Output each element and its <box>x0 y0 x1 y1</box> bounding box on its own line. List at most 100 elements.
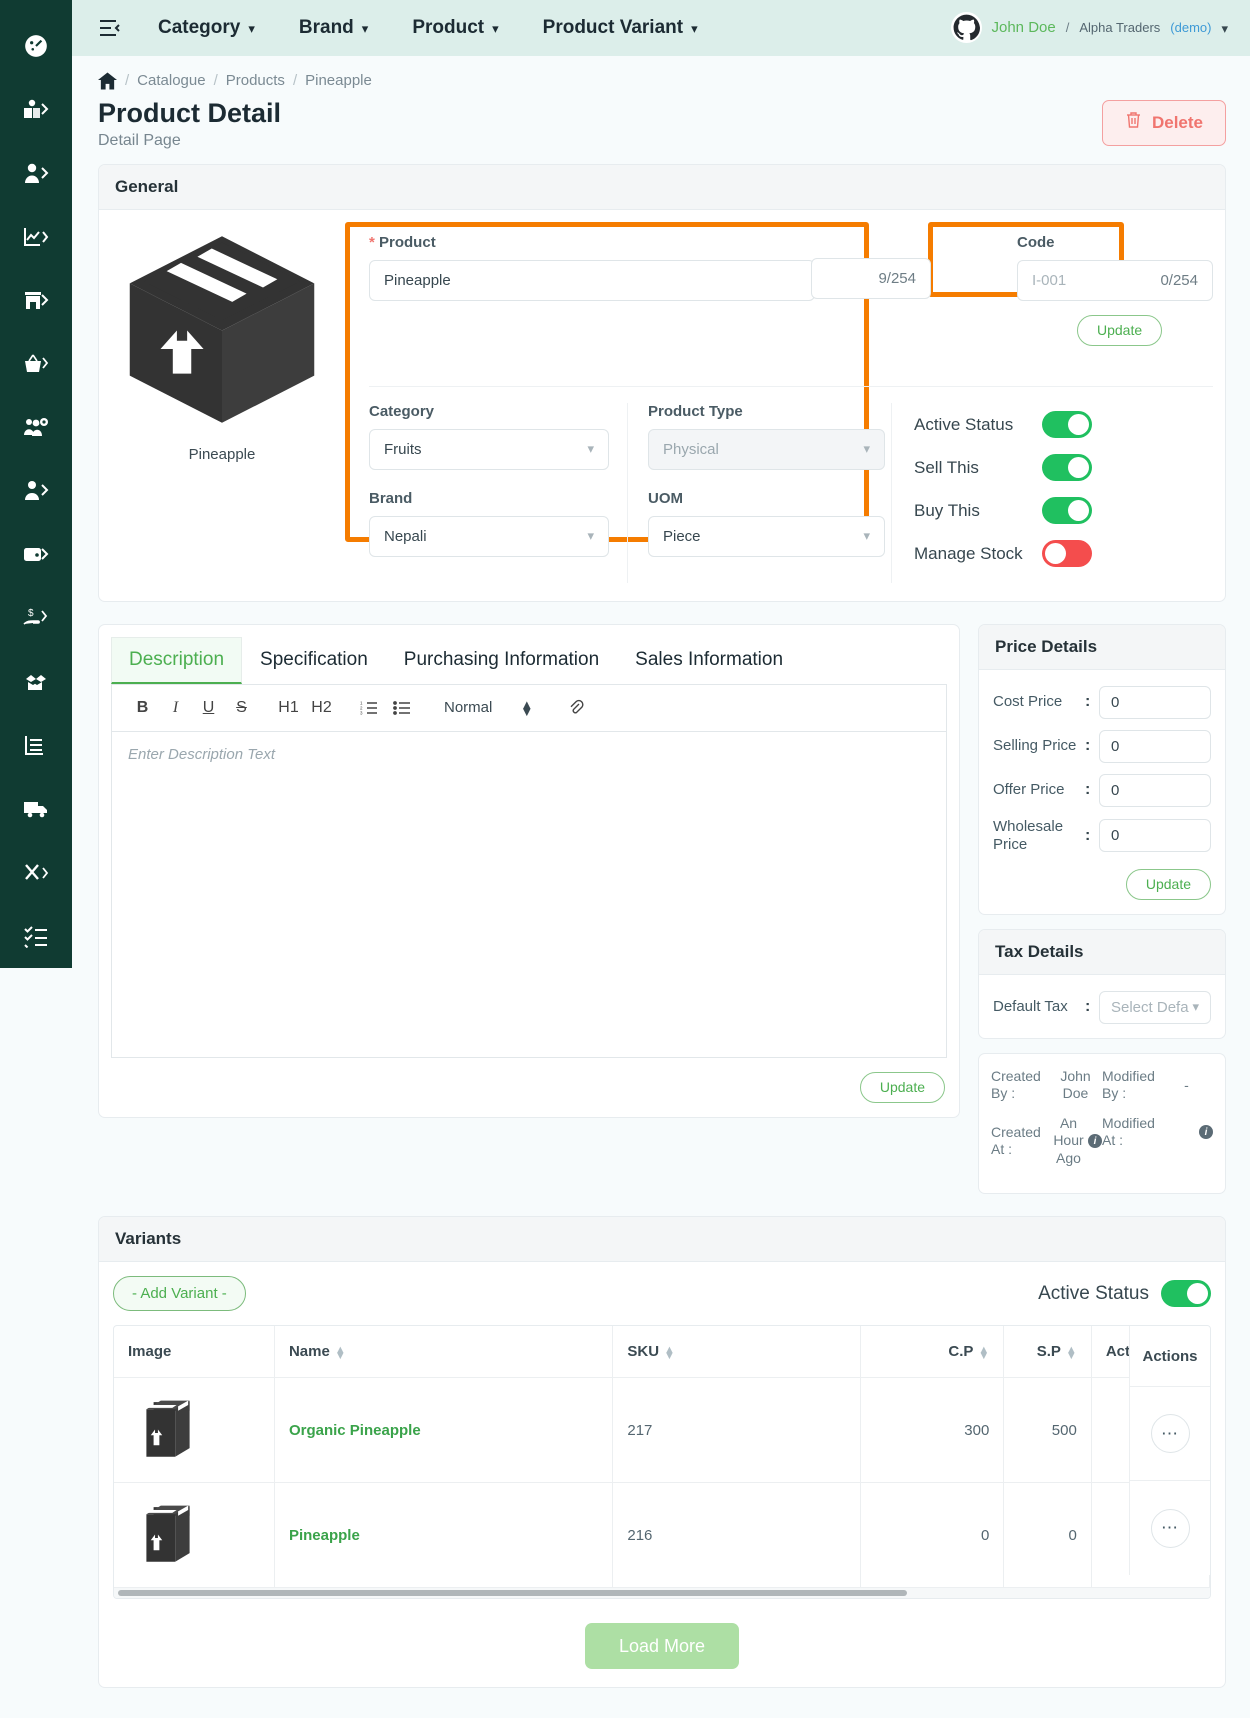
sidebar-item-sales[interactable] <box>0 332 72 396</box>
italic-button[interactable]: I <box>159 695 192 721</box>
delete-button[interactable]: Delete <box>1101 99 1226 146</box>
selling-price-input[interactable]: 0 <box>1099 729 1211 763</box>
user-menu[interactable]: John Doe / Alpha Traders (demo) ▾ <box>950 12 1228 44</box>
default-tax-select[interactable]: Select Defa ▾ <box>1099 990 1211 1024</box>
code-label: Code <box>1017 233 1055 251</box>
code-input[interactable]: I-001 0/254 <box>1017 259 1213 301</box>
tab-specification[interactable]: Specification <box>242 636 386 684</box>
product-label-text: Product <box>379 233 436 251</box>
wholesale-price-input[interactable]: 0 <box>1099 819 1211 853</box>
heading1-button[interactable]: H1 <box>272 695 305 721</box>
audit-meta-card: Created By : John Doe Created At : An Ho… <box>978 1052 1226 1195</box>
modified-by-value: - <box>1184 1076 1189 1093</box>
sidebar-item-delivery[interactable] <box>0 777 72 841</box>
column-sp[interactable]: S.P ▲ ▼ <box>1003 1326 1092 1379</box>
sidebar-item-store[interactable] <box>0 268 72 332</box>
variant-name-link[interactable]: Organic Pineapple <box>289 1422 421 1439</box>
breadcrumb-separator: / <box>213 72 218 90</box>
bold-button[interactable]: B <box>126 695 159 721</box>
add-variant-button[interactable]: - Add Variant - <box>113 1276 246 1312</box>
underline-button[interactable]: U <box>192 695 225 721</box>
cost-price-input[interactable]: 0 <box>1099 685 1211 719</box>
top-navbar: Category ▾ Brand ▾ Product ▾ Product Var… <box>72 0 1250 56</box>
general-update-button[interactable]: Update <box>1077 314 1163 346</box>
sidebar-item-inventory[interactable] <box>0 650 72 714</box>
middle-row: Description Specification Purchasing Inf… <box>98 623 1226 1195</box>
nav-category[interactable]: Category ▾ <box>158 17 255 39</box>
colon: : <box>1085 781 1091 799</box>
variants-horizontal-scrollbar[interactable] <box>114 1588 1210 1599</box>
sidebar-item-reports[interactable] <box>0 205 72 269</box>
variant-cp-cell: 300 <box>860 1377 1005 1484</box>
variants-title: Variants <box>99 1217 1225 1263</box>
variants-body: - Add Variant - Active Status Image Name… <box>99 1262 1225 1687</box>
info-icon[interactable]: i <box>1199 1125 1213 1140</box>
description-textarea[interactable]: Enter Description Text <box>111 731 947 1058</box>
tab-purchasing-information[interactable]: Purchasing Information <box>385 636 618 684</box>
nav-brand[interactable]: Brand ▾ <box>299 17 368 39</box>
right-column: Price Details Cost Price : 0 Selling Pri… <box>978 623 1226 1195</box>
nav-product-variant[interactable]: Product Variant ▾ <box>543 17 698 39</box>
ordered-list-icon[interactable]: 123 <box>352 695 385 721</box>
column-image: Image <box>114 1326 275 1379</box>
tax-details-title: Tax Details <box>979 929 1225 975</box>
sidebar-item-employees[interactable] <box>0 459 72 523</box>
ellipsis-icon[interactable]: ⋯ <box>1150 1508 1190 1548</box>
brand-select[interactable]: Nepali ▾ <box>369 515 609 557</box>
offer-price-input[interactable]: 0 <box>1099 773 1211 807</box>
truck-icon <box>22 798 50 820</box>
column-sp-label: S.P <box>1036 1343 1061 1361</box>
category-select[interactable]: Fruits ▾ <box>369 428 609 470</box>
chart-line-icon <box>22 225 50 249</box>
breadcrumb-products[interactable]: Products <box>226 72 285 89</box>
manage-stock-toggle[interactable] <box>1042 539 1092 567</box>
sidebar-item-payments[interactable]: $ <box>0 586 72 650</box>
user-org: Alpha Traders <box>1079 20 1161 36</box>
column-name[interactable]: Name ▲ ▼ <box>274 1326 614 1379</box>
sell-this-toggle[interactable] <box>1042 453 1092 481</box>
chevron-down-icon: ▾ <box>361 20 369 36</box>
sidebar-item-dashboard[interactable] <box>0 14 72 78</box>
column-sku[interactable]: SKU ▲ ▼ <box>612 1326 862 1379</box>
strikethrough-button[interactable]: S <box>225 695 258 721</box>
tab-sales-information[interactable]: Sales Information <box>617 636 802 684</box>
general-toggles: Active Status Sell This Buy This Manage … <box>891 402 1141 583</box>
sidebar-item-tasks[interactable] <box>0 904 72 968</box>
variants-active-status-toggle[interactable] <box>1161 1280 1211 1308</box>
book-user-icon <box>22 96 50 122</box>
chevron-down-icon: ▾ <box>492 20 499 36</box>
ellipsis-icon[interactable]: ⋯ <box>1150 1414 1190 1454</box>
sidebar-item-wallet[interactable] <box>0 523 72 587</box>
nav-product[interactable]: Product ▾ <box>412 17 498 39</box>
home-icon[interactable] <box>98 72 117 90</box>
uom-select[interactable]: Piece ▾ <box>648 515 885 557</box>
active-status-toggle[interactable] <box>1042 410 1092 438</box>
breadcrumb-pineapple[interactable]: Pineapple <box>305 72 372 89</box>
heading2-button[interactable]: H2 <box>305 695 338 721</box>
product-name-input[interactable]: Pineapple <box>369 259 815 301</box>
load-more-button[interactable]: Load More <box>584 1623 740 1670</box>
sidebar-item-catalogue[interactable] <box>0 78 72 142</box>
sidebar-item-customers[interactable] <box>0 141 72 205</box>
description-update-button[interactable]: Update <box>859 1071 945 1103</box>
bullet-list-icon[interactable] <box>385 695 418 721</box>
updown-arrows-icon[interactable]: ▲ ▼ <box>520 698 533 718</box>
breadcrumb-catalogue[interactable]: Catalogue <box>137 72 205 89</box>
buy-this-toggle[interactable] <box>1042 496 1092 524</box>
breadcrumb-separator: / <box>125 72 130 90</box>
created-at-value: An Hour Ago <box>1053 1114 1084 1166</box>
sidebar-item-user-management[interactable] <box>0 396 72 460</box>
variant-name-link[interactable]: Pineapple <box>289 1527 360 1544</box>
sidebar-item-accounts[interactable] <box>0 714 72 778</box>
column-cp[interactable]: C.P ▲ ▼ <box>860 1326 1005 1379</box>
format-dropdown[interactable]: Normal <box>444 699 492 716</box>
info-icon[interactable]: i <box>1088 1134 1102 1149</box>
attachment-icon[interactable] <box>559 695 592 721</box>
delete-label: Delete <box>1151 112 1203 132</box>
price-update-button[interactable]: Update <box>1125 868 1211 900</box>
hamburger-icon[interactable] <box>96 14 124 42</box>
sidebar-item-tools[interactable] <box>0 841 72 905</box>
product-image-caption: Pineapple <box>188 445 256 463</box>
manage-stock-label: Manage Stock <box>914 543 1023 563</box>
tab-description[interactable]: Description <box>111 636 243 684</box>
